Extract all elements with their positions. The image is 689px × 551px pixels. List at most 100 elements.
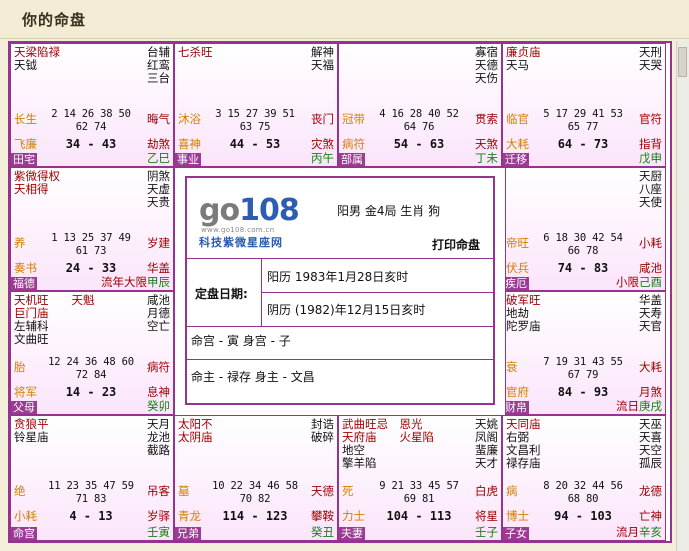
decade-range: 84 - 93 [557, 385, 609, 399]
decade-range: 24 - 33 [65, 261, 117, 275]
decade-range: 14 - 23 [65, 385, 117, 399]
general-god: 劫煞 [147, 137, 170, 151]
year-god: 小耗 [639, 236, 662, 250]
minor-stars: 华盖 天寿 天官 [639, 294, 662, 333]
age-numbers: 2 14 26 38 50 [51, 108, 131, 120]
age-numbers: 12 24 36 48 60 [48, 356, 134, 368]
minor-stars: 咸池 月德 空亡 [147, 294, 170, 333]
general-god: 指背 [639, 137, 662, 151]
age-numbers: 3 15 27 39 51 [215, 108, 295, 120]
ming-zhu-line: 命主 - 禄存 身主 - 文昌 [191, 370, 315, 384]
date-label: 定盘日期: [195, 287, 248, 301]
minor-star-label: 天福 [311, 58, 334, 72]
general-god: 攀鞍 [311, 509, 334, 523]
stem-branch: 乙巳 [147, 151, 170, 165]
palace-cell-chou: 太阳不 太阴庙 封诰 破碎墓 10 22 34 46 58 70 82 天德 青龙 114 - … [174, 415, 338, 541]
palace-name-badge: 事业 [175, 153, 201, 166]
decade-range: 114 - 123 [222, 509, 288, 523]
scrollbar-thumb[interactable] [678, 47, 687, 77]
flow-marker: 流月 [616, 525, 639, 539]
minor-star-label: 截路 [147, 443, 170, 457]
main-stars: 廉贞庙 天马 [506, 46, 541, 72]
life-stage: 衰 [506, 360, 518, 374]
star-label: 天相得 [14, 182, 49, 196]
minor-star-label: 天伤 [475, 71, 498, 85]
general-god: 灾煞 [311, 137, 334, 151]
minor-stars: 天姚 凤阁 蜚廉 天才 [475, 418, 498, 470]
life-stage: 死 [342, 484, 354, 498]
divider [261, 292, 493, 293]
decade-range: 74 - 83 [557, 261, 609, 275]
palace-cell-wei: 寡宿 天德 天伤 冠带 4 16 28 40 52 64 76 贯索 病符 54 - 63 天煞部… [338, 43, 502, 167]
general-god: 亡神 [639, 509, 662, 523]
minor-stars: 天月 龙池 截路 [147, 418, 170, 457]
stem-branch: 甲辰 [147, 275, 170, 289]
decade-range: 54 - 63 [393, 137, 445, 151]
page-header: 你的命盘 [0, 0, 689, 39]
minor-star-label: 天才 [475, 456, 498, 470]
minor-stars: 寡宿 天德 天伤 [475, 46, 498, 85]
age-numbers: 65 77 [567, 121, 599, 133]
year-god: 龙德 [639, 484, 662, 498]
decade-range: 34 - 43 [65, 137, 117, 151]
minor-stars: 天厨 八座 天使 [639, 170, 662, 209]
palace-cell-mao: 天机旺 天魁 巨门庙 左辅科 文曲旺 咸池 月德 空亡胎 12 24 36 48 60 72 8… [10, 291, 174, 415]
general-god: 咸池 [639, 261, 662, 275]
minor-star-label: 天哭 [639, 58, 662, 72]
minor-stars: 台辅 红鸾 三台 [147, 46, 170, 85]
year-god: 丧门 [311, 112, 334, 126]
palace-name-badge: 子女 [503, 527, 529, 540]
stem-branch: 壬寅 [147, 525, 170, 539]
general-god: 息神 [147, 385, 170, 399]
main-stars: 天同庙 右弼 文昌利 禄存庙 [506, 418, 541, 470]
age-numbers: 66 78 [567, 245, 599, 257]
center-info-panel: go108 www.go108.com.cn 科技紫微星座网 阳男 金4局 生肖… [174, 167, 506, 416]
main-stars: 贪狼平 铃星庙 [14, 418, 49, 444]
general-god: 将星 [475, 509, 498, 523]
minor-star-label: 空亡 [147, 319, 170, 333]
palace-cell-si: 天梁陷禄 天钺 台辅 红鸾 三台 长生 2 14 26 38 50 62 74 晦气 飞廉 34 -… [10, 43, 174, 167]
minor-stars: 解神 天福 [311, 46, 334, 72]
age-numbers: 68 80 [567, 493, 599, 505]
star-label: 天钺 [14, 58, 37, 72]
life-stage: 养 [14, 236, 26, 250]
general-god: 月煞 [639, 385, 662, 399]
stem-branch: 辛亥 [639, 525, 662, 539]
star-label: 天马 [506, 58, 529, 72]
main-stars: 武曲旺忌 恩光 天府庙 火星陷 地空 擎羊陷 [342, 418, 434, 470]
minor-stars: 封诰 破碎 [311, 418, 334, 444]
age-numbers: 62 74 [75, 121, 107, 133]
site-logo[interactable]: go108 www.go108.com.cn 科技紫微星座网 [199, 196, 300, 250]
life-stage: 绝 [14, 484, 26, 498]
year-god: 贯索 [475, 112, 498, 126]
palace-name-badge: 命宫 [11, 527, 37, 540]
year-god: 吊客 [147, 484, 170, 498]
age-numbers: 6 18 30 42 54 [543, 232, 623, 244]
age-numbers: 71 83 [75, 493, 107, 505]
palace-name-badge: 部属 [339, 153, 365, 166]
stem-branch: 丙午 [311, 151, 334, 165]
minor-star-label: 天贵 [147, 195, 170, 209]
age-numbers: 4 16 28 40 52 [379, 108, 459, 120]
year-god: 官符 [639, 112, 662, 126]
ming-gong-line: 命宫 - 寅 身宫 - 子 [191, 334, 291, 348]
palace-cell-zi: 武曲旺忌 恩光 天府庙 火星陷 地空 擎羊陷 天姚 凤阁 蜚廉 天才死 9 21 33 45 5… [338, 415, 502, 541]
main-stars: 七杀旺 [178, 46, 213, 59]
minor-stars: 天巫 天喜 天空 孤辰 [639, 418, 662, 470]
minor-star-label: 天使 [639, 195, 662, 209]
vertical-scrollbar[interactable] [676, 41, 689, 551]
star-label: 太阴庙 [178, 430, 213, 444]
palace-name-badge: 父母 [11, 401, 37, 414]
star-label: 铃星庙 [14, 430, 49, 444]
person-summary: 阳男 金4局 生肖 狗 [337, 204, 441, 218]
print-chart-link[interactable]: 打印命盘 [432, 236, 480, 253]
age-numbers: 72 84 [75, 369, 107, 381]
age-numbers: 11 23 35 47 59 [48, 480, 134, 492]
star-label: 陀罗庙 [506, 319, 541, 333]
age-numbers: 61 73 [75, 245, 107, 257]
decade-range: 44 - 53 [229, 137, 281, 151]
general-god: 天煞 [475, 137, 498, 151]
age-numbers: 64 76 [403, 121, 435, 133]
age-numbers: 7 19 31 43 55 [543, 356, 623, 368]
decade-range: 94 - 103 [554, 509, 612, 523]
